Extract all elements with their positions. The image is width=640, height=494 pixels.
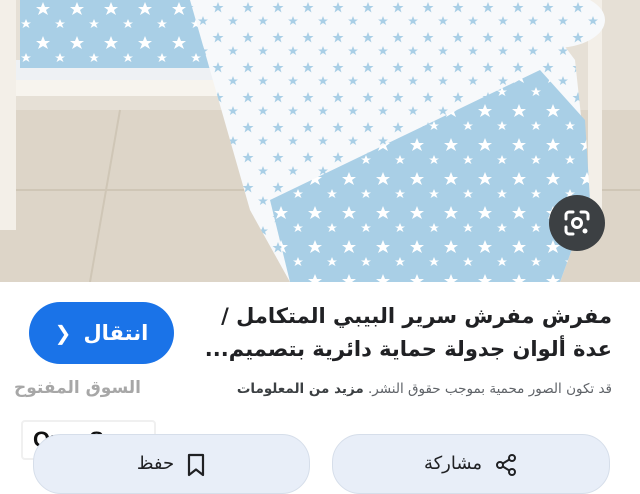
share-button[interactable]: مشاركة bbox=[332, 434, 610, 494]
watermark-text: السوق المفتوح bbox=[14, 378, 141, 398]
copyright-notice: قد تكون الصور محمية بموجب حقوق النشر. مز… bbox=[212, 381, 612, 397]
save-label: حفظ bbox=[136, 453, 175, 474]
share-label: مشاركة bbox=[423, 453, 483, 474]
google-lens-icon[interactable] bbox=[549, 195, 605, 251]
copyright-text: قد تكون الصور محمية بموجب حقوق النشر. bbox=[368, 381, 612, 397]
product-image[interactable] bbox=[0, 0, 640, 282]
listing-title-line-1: مفرش مفرش سرير البيبي المتكامل / bbox=[221, 304, 612, 328]
listing-title-line-2: عدة ألوان جدولة حماية دائرية بتصميم... bbox=[204, 337, 612, 361]
chevron-right-icon: ❯ bbox=[54, 321, 72, 345]
save-button[interactable]: حفظ bbox=[33, 434, 310, 494]
listing-title[interactable]: مفرش مفرش سرير البيبي المتكامل / عدة ألو… bbox=[202, 300, 612, 366]
more-info-link[interactable]: مزيد من المعلومات bbox=[237, 381, 364, 397]
visit-button[interactable]: ❯ انتقال bbox=[29, 302, 174, 364]
visit-button-label: انتقال bbox=[83, 321, 149, 345]
share-icon bbox=[494, 453, 518, 477]
bookmark-icon bbox=[186, 453, 206, 477]
